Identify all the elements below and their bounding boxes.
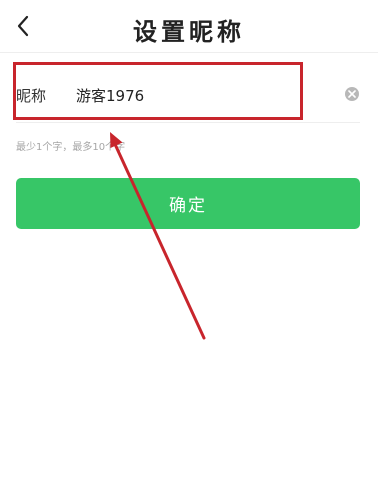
nickname-input[interactable]: [76, 82, 326, 108]
header-bar: 设置昵称: [0, 0, 378, 53]
page-title: 设置昵称: [133, 18, 245, 46]
clear-button[interactable]: [345, 87, 359, 101]
clear-circle-icon: [348, 90, 356, 98]
confirm-button[interactable]: 确定: [16, 178, 360, 229]
length-hint: 最少1个字，最多10个字: [16, 142, 126, 153]
nickname-label: 昵称: [16, 87, 47, 105]
nickname-field-row: 昵称: [16, 70, 360, 123]
